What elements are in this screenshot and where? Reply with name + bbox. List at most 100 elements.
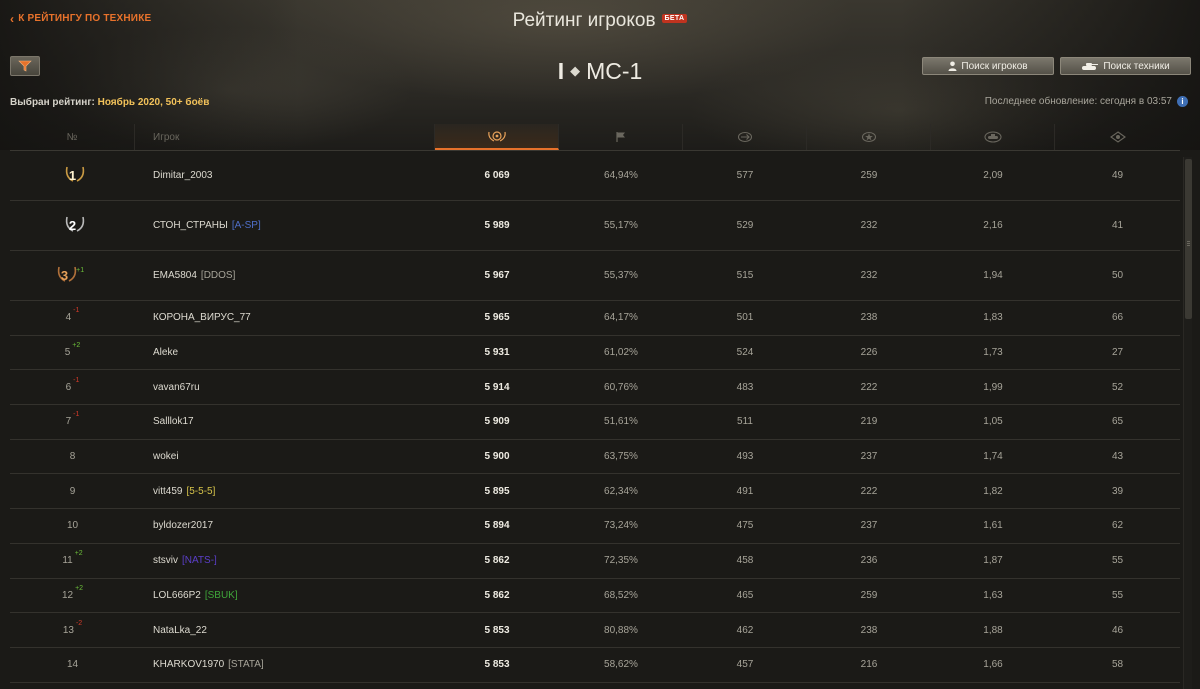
- table-row[interactable]: 8 wokei 5 900 63,75% 493 237 1,74 43: [10, 440, 1180, 475]
- column-kills[interactable]: [931, 124, 1055, 150]
- scrollbar[interactable]: [1183, 157, 1192, 689]
- player-name[interactable]: СТОН_СТРАНЫ: [153, 220, 228, 231]
- rank-number: 1: [68, 168, 77, 183]
- experience-cell: 222: [860, 381, 878, 393]
- table-row[interactable]: 5 +2 Aleke 5 931 61,02% 524 226 1,73 27: [10, 336, 1180, 371]
- search-vehicles-label: Поиск техники: [1103, 60, 1170, 72]
- player-cell: stsviv [NATS-]: [135, 544, 435, 578]
- player-name[interactable]: vitt459: [153, 486, 182, 497]
- experience-cell: 232: [860, 270, 878, 281]
- column-rank[interactable]: №: [10, 124, 135, 150]
- win-rate-cell: 60,76%: [604, 381, 638, 393]
- player-name[interactable]: stsviv: [153, 555, 178, 566]
- spotted-cell: 55: [1111, 589, 1124, 601]
- player-name[interactable]: wokei: [153, 451, 179, 462]
- rank-cell: 9: [10, 474, 135, 508]
- clan-tag[interactable]: [A-SP]: [232, 220, 261, 231]
- player-name[interactable]: LOL666P2: [153, 590, 201, 601]
- table-row[interactable]: 11 +2 stsviv [NATS-] 5 862 72,35% 458 236…: [10, 544, 1180, 579]
- rank-cell: 3 +1: [10, 251, 135, 300]
- experience-cell: 226: [860, 347, 878, 359]
- rating-cell: 5 989: [484, 220, 510, 231]
- rank-change-up: +2: [75, 584, 84, 592]
- table-row[interactable]: 14 KHARKOV1970 [STATA] 5 853 58,62% 457 …: [10, 648, 1180, 683]
- player-name[interactable]: NataLka_22: [153, 625, 207, 636]
- player-name[interactable]: Dimitar_2003: [153, 170, 212, 181]
- win-rate-cell: 51,61%: [604, 416, 638, 428]
- table-row[interactable]: 7 -1 Salllok17 5 909 51,61% 511 219 1,05 …: [10, 405, 1180, 440]
- kills-cell: 1,88: [983, 624, 1003, 636]
- table-row[interactable]: 13 -2 NataLka_22 5 853 80,88% 462 238 1,8…: [10, 613, 1180, 648]
- player-cell: Salllok17: [135, 405, 435, 439]
- player-name[interactable]: byldozer2017: [153, 520, 213, 531]
- rank-cell: 2: [10, 201, 135, 250]
- win-rate-cell: 68,52%: [604, 589, 638, 601]
- clan-tag[interactable]: [SBUK]: [205, 590, 238, 601]
- kills-cell: 1,63: [983, 589, 1003, 601]
- player-name[interactable]: КОРОНА_ВИРУС_77: [153, 312, 251, 323]
- kills-cell: 1,94: [983, 270, 1003, 281]
- table-row[interactable]: 4 -1 КОРОНА_ВИРУС_77 5 965 64,17% 501 238…: [10, 301, 1180, 336]
- player-name[interactable]: vavan67ru: [153, 382, 200, 393]
- rank-number: 2: [68, 218, 77, 233]
- silver-medal-icon: 2: [65, 216, 85, 233]
- experience-cell: 219: [860, 416, 878, 428]
- beta-badge: БЕТА: [661, 14, 688, 23]
- rank-cell: 13 -2: [10, 613, 135, 647]
- player-cell: LOL666P2 [SBUK]: [135, 579, 435, 613]
- column-experience[interactable]: [807, 124, 931, 150]
- column-rating[interactable]: [435, 124, 559, 150]
- table-row[interactable]: 9 vitt459 [5-5-5] 5 895 62,34% 491 222 1…: [10, 474, 1180, 510]
- player-name[interactable]: EMA5804: [153, 270, 197, 281]
- tank-icon: [1082, 62, 1099, 70]
- info-icon[interactable]: i: [1177, 96, 1188, 107]
- column-spotted[interactable]: [1055, 124, 1180, 150]
- rank-number: 4: [65, 312, 72, 324]
- player-name[interactable]: Aleke: [153, 347, 178, 358]
- table-row[interactable]: 2 СТОН_СТРАНЫ [A-SP] 5 989 55,17% 529 23…: [10, 201, 1180, 251]
- column-player[interactable]: Игрок: [135, 124, 435, 150]
- experience-cell: 232: [860, 220, 878, 231]
- table-row[interactable]: 6 -1 vavan67ru 5 914 60,76% 483 222 1,99 …: [10, 370, 1180, 406]
- spotted-cell: 46: [1111, 624, 1124, 636]
- rating-cell: 5 894: [484, 520, 510, 532]
- page-title-text: Рейтинг игроков: [512, 10, 656, 31]
- search-players-button[interactable]: Поиск игроков: [922, 57, 1054, 75]
- rating-cell: 5 914: [484, 381, 510, 393]
- scrollbar-grip-icon: [1187, 241, 1190, 242]
- kills-cell: 1,82: [983, 485, 1003, 497]
- selected-rating-value[interactable]: Ноябрь 2020, 50+ боёв: [98, 97, 210, 108]
- rating-cell: 5 909: [484, 416, 510, 428]
- table-row[interactable]: 10 byldozer2017 5 894 73,24% 475 237 1,6…: [10, 509, 1180, 544]
- player-cell: СТОН_СТРАНЫ [A-SP]: [135, 201, 435, 250]
- rating-cell: 5 853: [484, 659, 510, 671]
- rank-cell: 5 +2: [10, 336, 135, 370]
- player-name[interactable]: Salllok17: [153, 416, 194, 427]
- table-body: 1 Dimitar_2003 6 069 64,94% 577 259 2,09…: [10, 151, 1180, 683]
- win-rate-cell: 61,02%: [604, 347, 638, 359]
- rating-cell: 5 895: [484, 485, 510, 497]
- table-row[interactable]: 12 +2 LOL666P2 [SBUK] 5 862 68,52% 465 25…: [10, 579, 1180, 614]
- clan-tag[interactable]: [5-5-5]: [186, 486, 215, 497]
- light-tank-icon: ◆: [570, 63, 581, 78]
- column-win-rate[interactable]: [559, 124, 683, 150]
- page-title: Рейтинг игроков БЕТА: [0, 10, 1200, 32]
- experience-cell: 216: [860, 659, 878, 671]
- clan-tag[interactable]: [STATA]: [228, 659, 264, 670]
- table-row[interactable]: 3 +1 EMA5804 [DDOS] 5 967 55,37% 515 232…: [10, 251, 1180, 301]
- rank-change-up: +1: [76, 267, 85, 274]
- search-vehicles-button[interactable]: Поиск техники: [1060, 57, 1191, 75]
- clan-tag[interactable]: [NATS-]: [182, 555, 217, 566]
- clan-tag[interactable]: [DDOS]: [201, 270, 235, 281]
- player-name[interactable]: KHARKOV1970: [153, 659, 224, 670]
- rank-number: 11: [62, 555, 73, 567]
- rank-change-down: -1: [73, 376, 80, 384]
- scrollbar-thumb[interactable]: [1185, 159, 1192, 319]
- spotted-cell: 66: [1111, 312, 1124, 324]
- table-row[interactable]: 1 Dimitar_2003 6 069 64,94% 577 259 2,09…: [10, 151, 1180, 201]
- rank-change-up: +2: [72, 342, 81, 350]
- player-cell: KHARKOV1970 [STATA]: [135, 648, 435, 682]
- experience-cell: 237: [860, 451, 878, 463]
- column-damage[interactable]: [683, 124, 807, 150]
- damage-cell: 515: [736, 270, 754, 281]
